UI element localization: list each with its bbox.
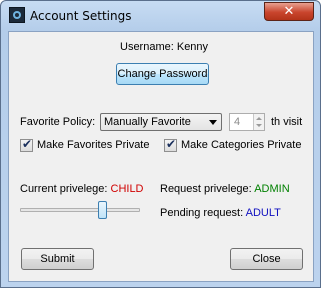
title-bar[interactable]: Account Settings ✕ (1, 1, 320, 31)
window-close-button[interactable]: ✕ (264, 2, 314, 21)
chevron-down-icon (209, 120, 217, 125)
pending-request-value: ADULT (245, 207, 281, 219)
request-privilege-label: Request privelege: (160, 183, 252, 195)
privilege-slider-thumb[interactable] (97, 201, 107, 219)
request-privilege-value: ADMIN (254, 183, 290, 195)
request-privilege-row: Request privelege: ADMIN (160, 183, 290, 195)
current-privilege-label: Current privelege: (20, 183, 108, 195)
close-icon: ✕ (283, 4, 295, 19)
visit-count-value: 4 (234, 116, 241, 128)
favorite-policy-select[interactable]: Manually Favorite (100, 113, 222, 131)
current-privilege-row: Current privelege: CHILD (20, 183, 144, 195)
favorite-policy-value: Manually Favorite (104, 116, 191, 128)
checkmark-icon: ✔ (22, 137, 33, 151)
privilege-slider-track[interactable] (20, 208, 140, 212)
make-favorites-private-checkbox[interactable]: ✔ (20, 137, 33, 152)
close-label: Close (252, 253, 281, 265)
pending-request-label: Pending request: (160, 207, 244, 219)
spin-down-icon[interactable] (256, 124, 262, 127)
close-button[interactable]: Close (230, 248, 303, 270)
visit-suffix-label: th visit (271, 116, 303, 128)
current-privilege-value: CHILD (110, 183, 144, 195)
visit-count-spinner[interactable]: 4 (229, 113, 265, 131)
favorite-policy-label: Favorite Policy: (20, 116, 96, 128)
make-categories-private-checkbox[interactable]: ✔ (164, 137, 177, 152)
make-categories-private-label[interactable]: Make Categories Private (181, 139, 301, 151)
change-password-label: Change Password (117, 68, 208, 80)
app-icon (9, 7, 25, 23)
username-label: Username: Kenny (120, 41, 209, 53)
dialog-body: Username: Kenny Change Password Favorite… (8, 31, 314, 282)
spin-up-icon[interactable] (256, 117, 262, 120)
submit-button[interactable]: Submit (21, 248, 94, 270)
pending-request-row: Pending request: ADULT (160, 207, 281, 219)
account-settings-window: Account Settings ✕ Username: Kenny Chang… (0, 0, 321, 288)
change-password-button[interactable]: Change Password (116, 63, 209, 85)
submit-label: Submit (40, 253, 75, 265)
spinner-buttons[interactable] (253, 114, 264, 130)
make-favorites-private-label[interactable]: Make Favorites Private (37, 139, 149, 151)
window-title: Account Settings (30, 9, 132, 23)
checkmark-icon: ✔ (166, 137, 177, 151)
